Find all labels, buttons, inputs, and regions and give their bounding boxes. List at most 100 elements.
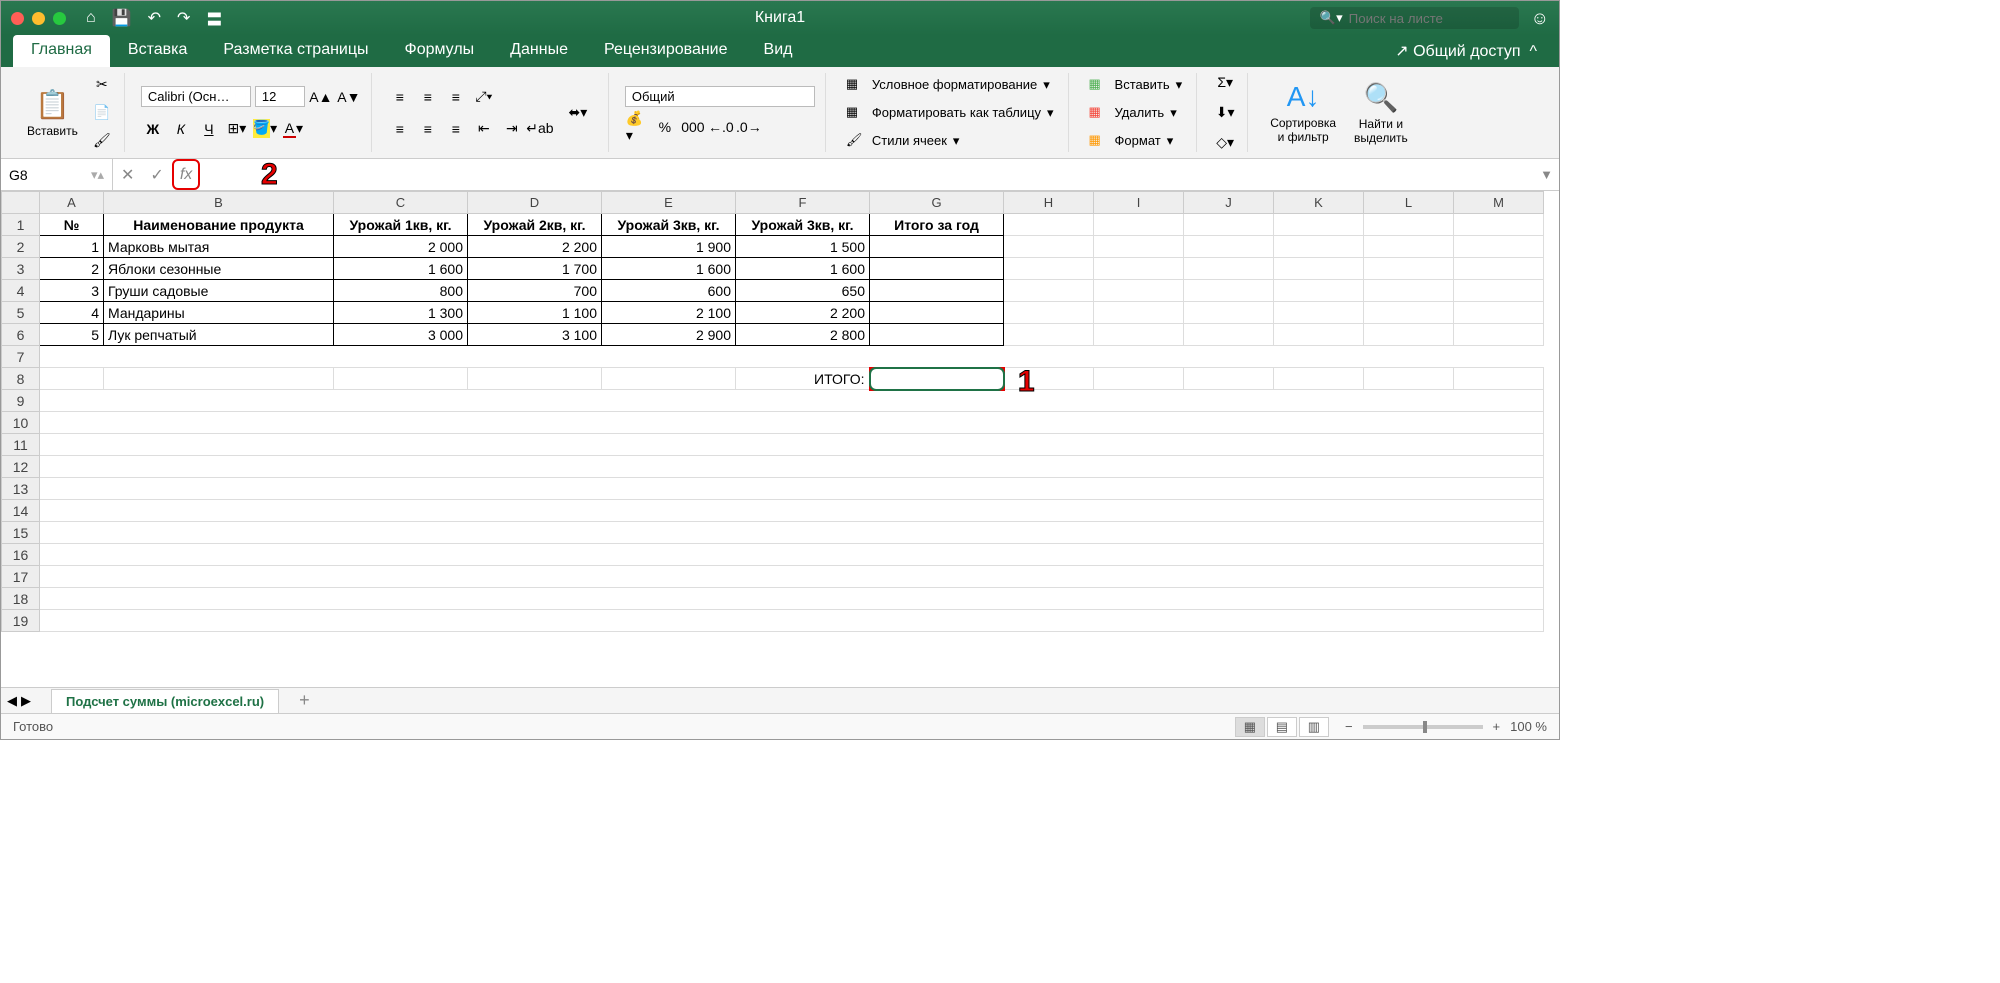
cell[interactable]: 1 100 bbox=[468, 302, 602, 324]
name-box-dropdown-icon[interactable]: ▾▴ bbox=[91, 167, 104, 183]
sheet-tab[interactable]: Подсчет суммы (microexcel.ru) bbox=[51, 689, 279, 713]
currency-button[interactable]: 💰▾ bbox=[625, 115, 649, 139]
cell[interactable]: Урожай 1кв, кг. bbox=[334, 214, 468, 236]
tab-insert[interactable]: Вставка bbox=[110, 35, 205, 67]
col-header-H[interactable]: H bbox=[1004, 192, 1094, 214]
cell[interactable]: 3 100 bbox=[468, 324, 602, 346]
cell[interactable]: 3 bbox=[40, 280, 104, 302]
cell[interactable] bbox=[1094, 214, 1184, 236]
zoom-level[interactable]: 100 % bbox=[1510, 719, 1547, 734]
cell[interactable]: Урожай 3кв, кг. bbox=[602, 214, 736, 236]
cell[interactable] bbox=[40, 566, 1544, 588]
cell[interactable] bbox=[1004, 302, 1094, 324]
cell[interactable]: 2 900 bbox=[602, 324, 736, 346]
row-header[interactable]: 6 bbox=[2, 324, 40, 346]
cell[interactable]: 5 bbox=[40, 324, 104, 346]
col-header-E[interactable]: E bbox=[602, 192, 736, 214]
cell[interactable] bbox=[1094, 368, 1184, 390]
cell[interactable]: 3 000 bbox=[334, 324, 468, 346]
cell[interactable] bbox=[1454, 324, 1544, 346]
cell[interactable]: Урожай 3кв, кг. bbox=[736, 214, 870, 236]
cell[interactable] bbox=[1184, 214, 1274, 236]
col-header-L[interactable]: L bbox=[1364, 192, 1454, 214]
cell[interactable] bbox=[104, 368, 334, 390]
cell[interactable] bbox=[40, 544, 1544, 566]
close-window-button[interactable] bbox=[11, 12, 24, 25]
cell[interactable] bbox=[870, 302, 1004, 324]
name-box[interactable]: ▾▴ bbox=[1, 159, 113, 190]
tab-page-layout[interactable]: Разметка страницы bbox=[205, 35, 386, 67]
format-painter-button[interactable]: 🖌 bbox=[90, 129, 114, 153]
cell[interactable] bbox=[1004, 324, 1094, 346]
cell[interactable] bbox=[1184, 368, 1274, 390]
search-input[interactable] bbox=[1349, 11, 1509, 26]
tab-view[interactable]: Вид bbox=[746, 35, 811, 67]
underline-button[interactable]: Ч bbox=[197, 117, 221, 141]
sort-filter-button[interactable]: A↓ Сортировка и фильтр bbox=[1264, 77, 1342, 148]
select-all-corner[interactable] bbox=[2, 192, 40, 214]
align-top-button[interactable]: ≡ bbox=[388, 85, 412, 109]
col-header-C[interactable]: C bbox=[334, 192, 468, 214]
maximize-window-button[interactable] bbox=[53, 12, 66, 25]
cell[interactable] bbox=[40, 434, 1544, 456]
cell[interactable]: Урожай 2кв, кг. bbox=[468, 214, 602, 236]
qat-dropdown-icon[interactable]: 〓 bbox=[206, 6, 222, 30]
row-header[interactable]: 12 bbox=[2, 456, 40, 478]
cell[interactable]: Мандарины bbox=[104, 302, 334, 324]
cell[interactable] bbox=[1184, 302, 1274, 324]
paste-button[interactable]: 📋 Вставить bbox=[21, 84, 84, 142]
fill-color-button[interactable]: 🪣▾ bbox=[253, 117, 277, 141]
cell[interactable] bbox=[1454, 280, 1544, 302]
copy-button[interactable]: 📄 bbox=[90, 101, 114, 125]
cell[interactable] bbox=[1364, 280, 1454, 302]
normal-view-button[interactable]: ▦ bbox=[1235, 717, 1265, 737]
insert-function-button[interactable]: fx bbox=[172, 159, 200, 190]
cell[interactable] bbox=[1184, 258, 1274, 280]
cell[interactable] bbox=[1094, 302, 1184, 324]
cell[interactable] bbox=[1004, 236, 1094, 258]
cell[interactable]: Итого за год bbox=[870, 214, 1004, 236]
cell[interactable]: 1 600 bbox=[736, 258, 870, 280]
cell[interactable] bbox=[1274, 214, 1364, 236]
cell[interactable]: 700 bbox=[468, 280, 602, 302]
cell[interactable] bbox=[870, 236, 1004, 258]
undo-icon[interactable]: ↶ bbox=[148, 8, 161, 28]
cell[interactable]: Груши садовые bbox=[104, 280, 334, 302]
page-layout-view-button[interactable]: ▤ bbox=[1267, 717, 1297, 737]
cell[interactable]: 1 300 bbox=[334, 302, 468, 324]
cell[interactable]: 2 200 bbox=[736, 302, 870, 324]
cell[interactable] bbox=[1274, 258, 1364, 280]
redo-icon[interactable]: ↷ bbox=[177, 8, 190, 28]
cell[interactable] bbox=[1184, 236, 1274, 258]
cell[interactable] bbox=[1274, 236, 1364, 258]
cell[interactable]: 2 bbox=[40, 258, 104, 280]
cell[interactable] bbox=[1004, 214, 1094, 236]
cell[interactable]: 4 bbox=[40, 302, 104, 324]
spreadsheet-grid[interactable]: A B C D E F G H I J K L M 1 № Наименован… bbox=[1, 191, 1559, 687]
row-header[interactable]: 9 bbox=[2, 390, 40, 412]
cell[interactable]: 2 200 bbox=[468, 236, 602, 258]
row-header[interactable]: 1 bbox=[2, 214, 40, 236]
decrease-indent-button[interactable]: ⇤ bbox=[472, 117, 496, 141]
borders-button[interactable]: ⊞▾ bbox=[225, 117, 249, 141]
cell-styles-button[interactable]: 🖌Стили ячеек ▾ bbox=[842, 130, 1058, 152]
col-header-G[interactable]: G bbox=[870, 192, 1004, 214]
cell[interactable]: 600 bbox=[602, 280, 736, 302]
align-middle-button[interactable]: ≡ bbox=[416, 85, 440, 109]
row-header[interactable]: 11 bbox=[2, 434, 40, 456]
percent-button[interactable]: % bbox=[653, 115, 677, 139]
font-name-select[interactable]: Calibri (Осн… bbox=[141, 86, 251, 107]
row-header[interactable]: 17 bbox=[2, 566, 40, 588]
accept-formula-button[interactable]: ✓ bbox=[142, 159, 171, 190]
row-header[interactable]: 14 bbox=[2, 500, 40, 522]
save-icon[interactable]: 💾 bbox=[112, 8, 132, 28]
format-cells-button[interactable]: ▦Формат ▾ bbox=[1085, 130, 1187, 152]
home-icon[interactable]: ⌂ bbox=[86, 9, 96, 27]
decrease-font-button[interactable]: A▼ bbox=[337, 85, 361, 109]
cell[interactable] bbox=[468, 368, 602, 390]
page-break-view-button[interactable]: ▥ bbox=[1299, 717, 1329, 737]
cell[interactable]: Лук репчатый bbox=[104, 324, 334, 346]
cell[interactable] bbox=[40, 368, 104, 390]
cell[interactable]: 1 500 bbox=[736, 236, 870, 258]
cell[interactable] bbox=[1004, 258, 1094, 280]
